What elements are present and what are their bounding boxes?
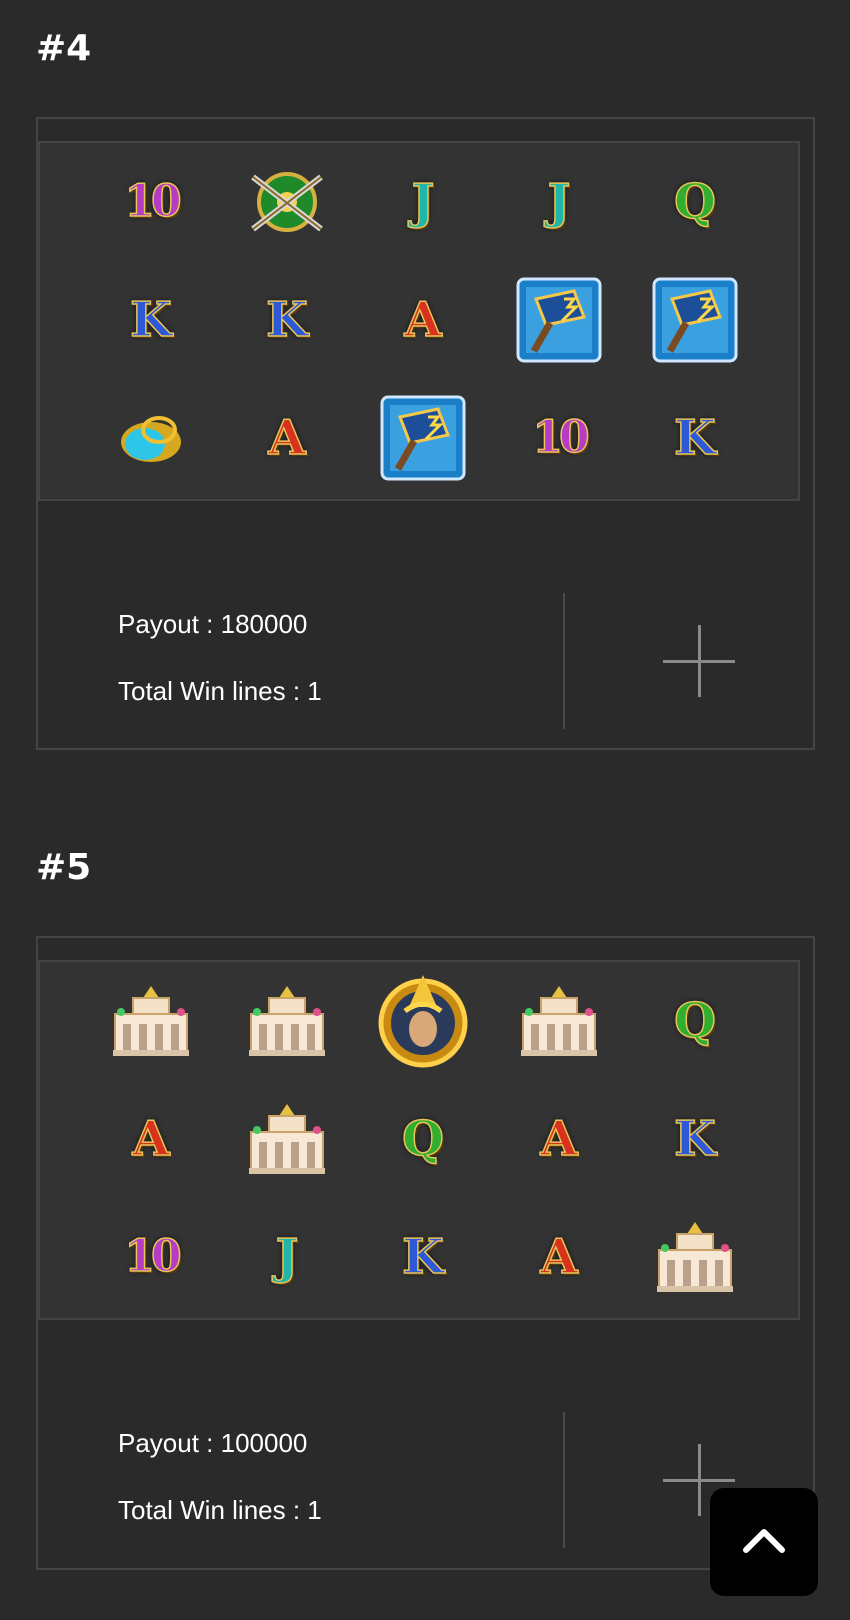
result-card-4: 10 J J Q K K A A 10 K Payout : 180000 Total Win l… (36, 117, 815, 750)
symbol-a: A (232, 383, 342, 493)
win-lines-text: Total Win lines : 1 (118, 676, 322, 706)
symbol-q: Q (640, 966, 750, 1076)
symbol-a: A (368, 265, 478, 375)
symbol-a: A (504, 1202, 614, 1312)
section-title-5: #5 (36, 847, 92, 888)
scroll-top-button[interactable] (710, 1488, 818, 1596)
win-lines-text: Total Win lines : 1 (118, 1495, 322, 1525)
divider (563, 593, 565, 729)
symbol-label: 10 (532, 412, 591, 463)
hammer-scatter-icon (640, 265, 750, 375)
symbol-label: K (401, 1229, 444, 1285)
symbol-j: J (232, 1202, 342, 1312)
temple-icon (96, 966, 206, 1076)
symbol-label: A (132, 1111, 171, 1167)
symbol-a: A (96, 1084, 206, 1194)
symbol-label: K (673, 1111, 716, 1167)
temple-icon (640, 1202, 750, 1312)
cauldron-icon (96, 383, 206, 493)
plus-icon[interactable] (663, 625, 735, 697)
payout-text: Payout : 180000 (118, 609, 308, 639)
symbol-j: J (368, 147, 478, 257)
symbol-label: A (404, 292, 443, 348)
temple-icon (504, 966, 614, 1076)
reel-board: Q A Q A K 10 J K A (38, 960, 800, 1320)
symbol-label: Q (401, 1111, 444, 1167)
symbol-a: A (504, 1084, 614, 1194)
symbol-label: J (275, 1229, 299, 1285)
symbol-label: K (265, 292, 308, 348)
symbol-label: J (547, 174, 571, 230)
symbol-10: 10 (96, 1202, 206, 1312)
symbol-k: K (640, 383, 750, 493)
symbol-label: Q (673, 993, 716, 1049)
symbol-k: K (96, 265, 206, 375)
warrior-medallion-icon (368, 966, 478, 1076)
symbol-label: A (268, 410, 307, 466)
payout-text: Payout : 100000 (118, 1428, 308, 1458)
symbol-q: Q (368, 1084, 478, 1194)
temple-icon (232, 966, 342, 1076)
symbol-label: Q (673, 174, 716, 230)
symbol-label: K (129, 292, 172, 348)
symbol-label: A (540, 1111, 579, 1167)
symbol-label: A (540, 1229, 579, 1285)
symbol-10: 10 (504, 383, 614, 493)
symbol-label: 10 (124, 1231, 183, 1282)
result-card-5: Q A Q A K 10 J K A Payout : 100000 Total Win lin… (36, 936, 815, 1570)
symbol-label: K (673, 410, 716, 466)
hammer-scatter-icon (504, 265, 614, 375)
symbol-k: K (368, 1202, 478, 1312)
temple-icon (232, 1084, 342, 1194)
symbol-10: 10 (96, 147, 206, 257)
symbol-k: K (232, 265, 342, 375)
symbol-k: K (640, 1084, 750, 1194)
divider (563, 1412, 565, 1548)
hammer-scatter-icon (368, 383, 478, 493)
symbol-label: J (411, 174, 435, 230)
symbol-label: 10 (124, 176, 183, 227)
reel-board: 10 J J Q K K A A 10 K (38, 141, 800, 501)
symbol-q: Q (640, 147, 750, 257)
symbol-j: J (504, 147, 614, 257)
section-title-4: #4 (36, 28, 92, 69)
chevron-up-icon (743, 1529, 785, 1553)
swords-shield-icon (232, 147, 342, 257)
